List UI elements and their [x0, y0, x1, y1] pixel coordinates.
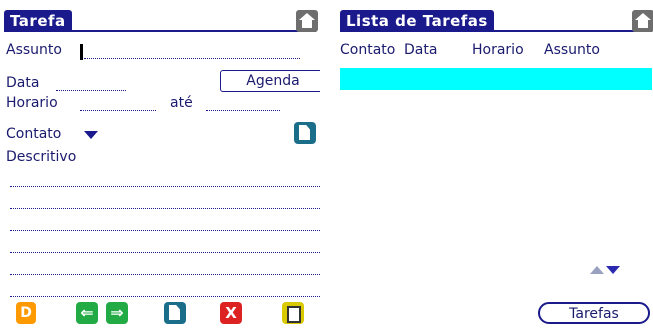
horario-start-input[interactable] — [80, 110, 156, 111]
contato-label[interactable]: Contato — [6, 126, 61, 142]
copy-icon[interactable] — [282, 302, 304, 324]
data-input[interactable] — [56, 90, 126, 91]
assunto-label: Assunto — [6, 42, 62, 58]
scroll-control[interactable] — [590, 262, 622, 278]
descritivo-line — [10, 230, 320, 231]
new-record-icon[interactable] — [164, 302, 186, 324]
title-bar: Tarefa — [4, 10, 318, 32]
delete-icon[interactable]: X — [220, 302, 242, 324]
lista-tarefas-panel: Lista de Tarefas Contato Data Horario As… — [336, 0, 653, 329]
home-icon[interactable] — [296, 10, 318, 32]
chevron-down-icon[interactable] — [84, 131, 98, 139]
list-title[interactable]: Lista de Tarefas — [340, 10, 494, 32]
descritivo-label: Descritivo — [6, 149, 77, 165]
agenda-button[interactable]: Agenda — [220, 70, 320, 92]
text-cursor — [80, 44, 83, 60]
descritivo-line — [10, 274, 320, 275]
column-header-horario: Horario — [472, 42, 524, 58]
forward-arrow-icon[interactable]: ⇒ — [106, 302, 128, 324]
data-label: Data — [6, 75, 40, 91]
title-bar: Lista de Tarefas — [340, 10, 653, 32]
back-arrow-icon[interactable]: ⇐ — [76, 302, 98, 324]
column-header-data: Data — [404, 42, 438, 58]
horario-end-input[interactable] — [206, 110, 280, 111]
scroll-down-icon[interactable] — [606, 266, 620, 274]
tarefa-form-panel: Tarefa Assunto Data Agenda Horario até C… — [0, 0, 320, 329]
assunto-input[interactable] — [84, 58, 300, 59]
descritivo-line — [10, 186, 320, 187]
descritivo-line — [10, 252, 320, 253]
new-document-icon[interactable] — [294, 122, 316, 144]
form-title[interactable]: Tarefa — [4, 10, 72, 32]
scroll-up-icon[interactable] — [590, 266, 604, 274]
descritivo-line — [10, 296, 320, 297]
column-header-assunto: Assunto — [544, 42, 600, 58]
column-header-contato: Contato — [340, 42, 396, 58]
home-icon[interactable] — [632, 10, 653, 32]
descritivo-line — [10, 208, 320, 209]
ate-label: até — [170, 95, 193, 111]
d-icon[interactable]: D — [16, 302, 36, 324]
table-row[interactable] — [340, 68, 652, 90]
tarefas-button[interactable]: Tarefas — [538, 302, 650, 324]
horario-label: Horario — [6, 95, 58, 111]
